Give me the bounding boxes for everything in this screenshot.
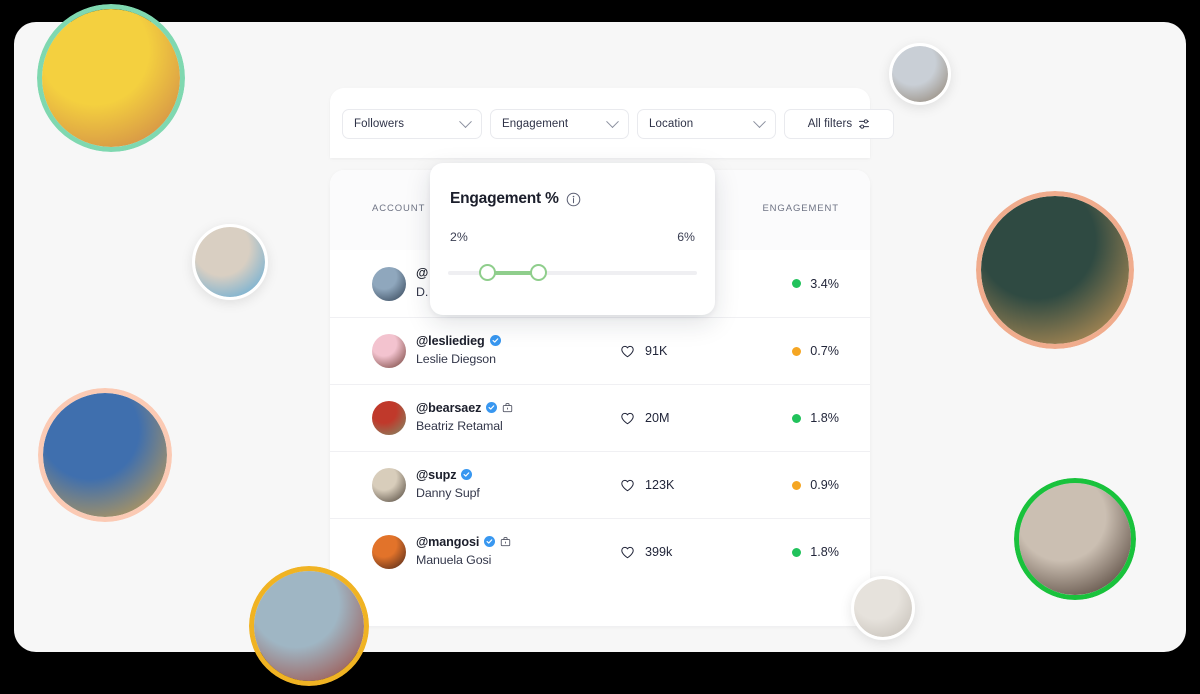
chevron-down-icon [606, 114, 619, 128]
engagement-value: 1.8% [810, 545, 839, 559]
likes-cell: 91K [620, 344, 667, 359]
avatar [372, 401, 406, 435]
popover-title: Engagement % [450, 190, 559, 207]
heart-icon[interactable] [620, 344, 635, 359]
avatar-ring [38, 388, 172, 522]
chevron-down-icon [753, 114, 766, 128]
screenshot-root: Followers Engagement Location All filter… [0, 0, 1200, 694]
all-filters-button[interactable]: All filters [784, 109, 894, 139]
avatar-beach-small [889, 43, 951, 105]
account-fullname: Manuela Gosi [416, 553, 492, 567]
account-fullname: Leslie Diegson [416, 352, 496, 366]
account-cell: @supz Danny Supf [416, 466, 480, 501]
avatar [372, 334, 406, 368]
likes-value: 91K [645, 344, 668, 358]
avatar-ring [37, 4, 185, 152]
avatar [372, 535, 406, 569]
avatar-photo [195, 227, 265, 297]
avatar-man-green [1014, 478, 1136, 600]
popover-title-row: Engagement % [450, 190, 581, 208]
filter-label-location: Location [649, 118, 694, 130]
avatar [372, 266, 406, 301]
filter-label-engagement: Engagement [502, 118, 569, 130]
filter-dropdown-location[interactable]: Location [637, 109, 776, 139]
likes-value: 123K [645, 478, 675, 492]
verified-badge-icon [461, 469, 473, 480]
verified-badge-icon [486, 402, 498, 413]
account-handle: @lesliedieg [416, 333, 485, 348]
all-filters-label: All filters [807, 118, 853, 130]
account-cell: @bearsaez Beatriz Retamal [416, 399, 513, 433]
engagement-range-slider[interactable] [448, 264, 697, 282]
briefcase-icon [501, 537, 511, 547]
engagement-cell: 1.8% [792, 411, 839, 425]
status-dot [792, 547, 802, 557]
filter-label-followers: Followers [354, 118, 405, 130]
account-fullname: Danny Supf [416, 486, 480, 500]
status-dot [792, 279, 802, 288]
account-handle: @supz [416, 467, 457, 482]
avatar-couple-yellow [37, 4, 185, 152]
info-circle-icon[interactable] [566, 192, 581, 207]
avatar-pizza [976, 191, 1134, 349]
engagement-value: 1.8% [810, 411, 839, 425]
slider-max-label: 6% [677, 230, 695, 244]
likes-value: 20M [645, 411, 670, 425]
table-row[interactable]: @lesliedieg Leslie Diegson 91K 0.7% [330, 317, 870, 384]
account-cell: @mangosi Manuela Gosi [416, 533, 511, 567]
verified-badge-icon [489, 335, 501, 346]
engagement-cell: 0.9% [792, 478, 839, 492]
likes-value: 399k [645, 545, 673, 559]
engagement-filter-popover: Engagement % 2% 6% [430, 163, 715, 315]
avatar-beanie [38, 388, 172, 522]
column-header-account: ACCOUNT [372, 203, 426, 214]
filter-dropdown-engagement[interactable]: Engagement [490, 109, 629, 139]
avatar-desert [192, 224, 268, 300]
avatar-dress-small [851, 576, 915, 640]
table-row[interactable]: @mangosi Manuela Gosi 399k 1.8% [330, 518, 870, 585]
likes-cell: 20M [620, 411, 670, 426]
filter-bar: Followers Engagement Location All filter… [342, 109, 894, 139]
likes-cell: 123K [620, 478, 674, 493]
status-dot [792, 480, 802, 490]
avatar-ring [1014, 478, 1136, 600]
filter-bar-card: Followers Engagement Location All filter… [330, 88, 894, 158]
briefcase-icon [503, 403, 513, 413]
verified-badge-icon [484, 536, 496, 547]
account-handle: @ [416, 266, 429, 280]
account-fullname: Beatriz Retamal [416, 419, 503, 433]
avatar-ring [249, 566, 369, 686]
table-row[interactable]: @supz Danny Supf 123K 0.9% [330, 451, 870, 518]
account-cell: @lesliedieg Leslie Diegson [416, 332, 501, 366]
likes-cell: 399k [620, 545, 672, 560]
heart-icon[interactable] [620, 411, 635, 426]
slider-handle-min[interactable] [479, 264, 497, 281]
status-dot [792, 346, 802, 356]
account-handle: @bearsaez [416, 400, 482, 415]
engagement-value: 0.7% [810, 344, 839, 358]
column-header-engagement: ENGAGEMENT [762, 203, 839, 214]
filter-dropdown-followers[interactable]: Followers [342, 109, 482, 139]
avatar-photo [854, 579, 912, 637]
avatar [372, 468, 406, 502]
engagement-value: 0.9% [810, 478, 839, 492]
avatar-man-yellow [249, 566, 369, 686]
table-row[interactable]: @bearsaez Beatriz Retamal 20M 1.8% [330, 384, 870, 451]
account-cell: @ D. [416, 265, 428, 299]
heart-icon[interactable] [620, 478, 635, 493]
avatar-photo [892, 46, 948, 102]
account-handle: @mangosi [416, 534, 480, 549]
chevron-down-icon [459, 114, 472, 128]
account-fullname: D. [416, 284, 429, 299]
engagement-cell: 0.7% [792, 344, 839, 358]
slider-handle-max[interactable] [530, 264, 548, 281]
slider-min-label: 2% [450, 230, 468, 244]
engagement-value: 3.4% [810, 276, 839, 291]
avatar-ring [976, 191, 1134, 349]
heart-icon[interactable] [620, 545, 635, 560]
sliders-icon [859, 119, 870, 129]
status-dot [792, 413, 802, 423]
engagement-cell: 3.4% [792, 277, 839, 291]
engagement-cell: 1.8% [792, 545, 839, 559]
